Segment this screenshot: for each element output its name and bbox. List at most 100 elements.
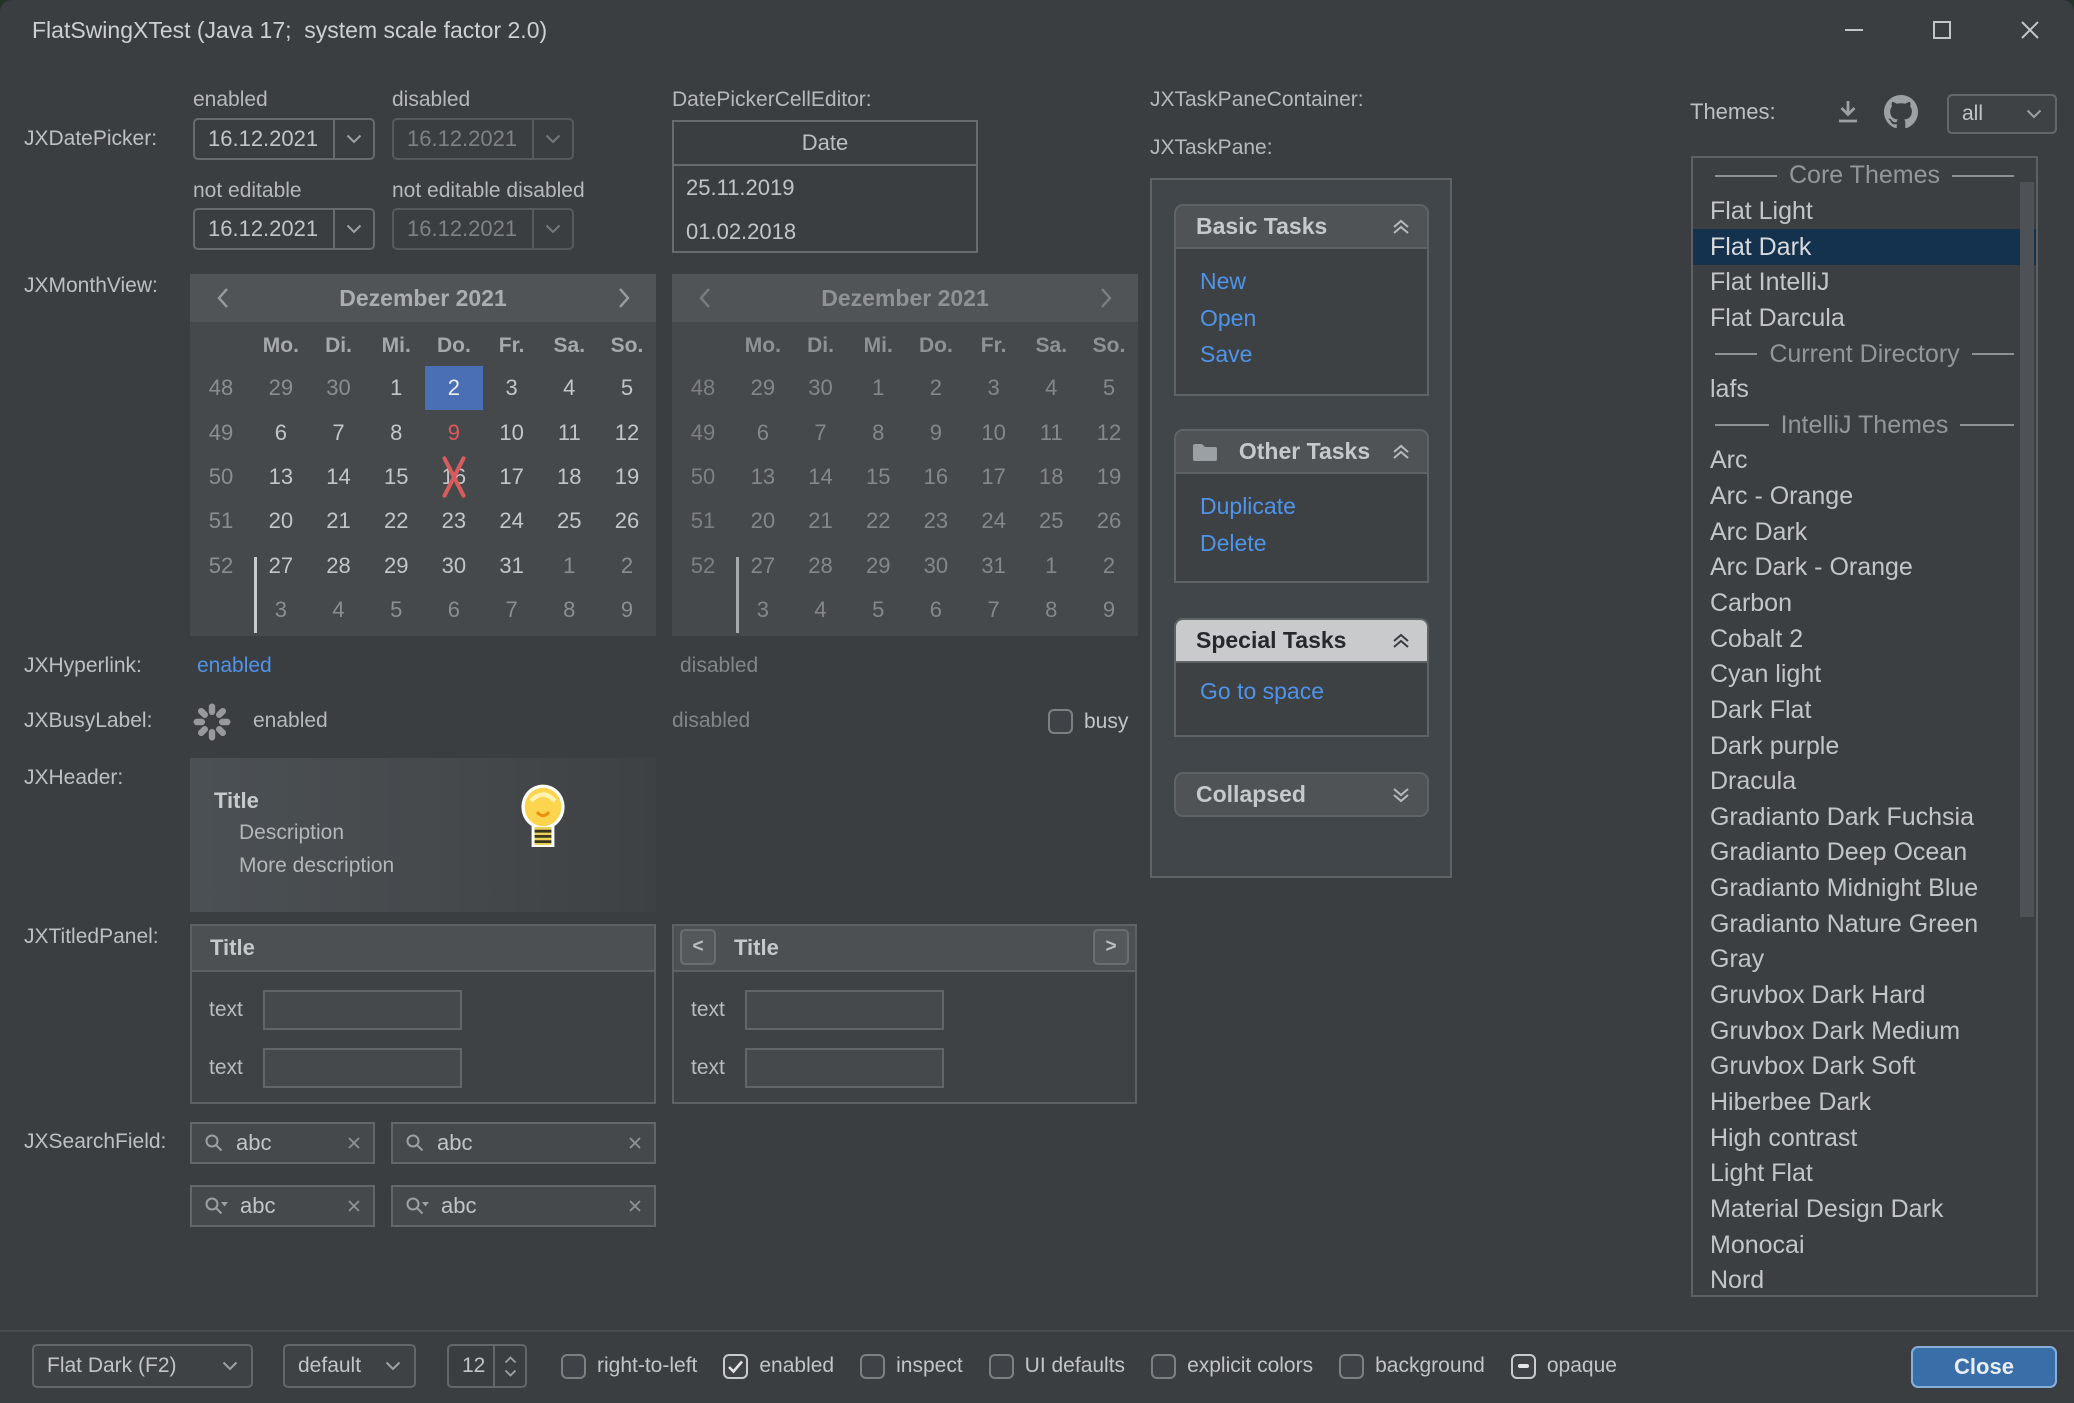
- theme-list-item[interactable]: Material Design Dark: [1693, 1192, 2036, 1228]
- theme-list-item[interactable]: lafs: [1693, 372, 2036, 408]
- table-row[interactable]: 01.02.2018: [674, 210, 976, 254]
- theme-list-item[interactable]: Flat Light: [1693, 194, 2036, 230]
- text-field[interactable]: [263, 1048, 462, 1088]
- theme-list-item[interactable]: Core Themes: [1693, 158, 2036, 194]
- theme-list-item[interactable]: Light Flat: [1693, 1156, 2036, 1192]
- calendar-day[interactable]: 26: [598, 499, 656, 543]
- theme-list-item[interactable]: Gruvbox Dark Soft: [1693, 1049, 2036, 1085]
- scrollbar-thumb[interactable]: [2020, 182, 2034, 917]
- themes-filter-combobox[interactable]: all: [1947, 94, 2057, 134]
- calendar-day[interactable]: 7: [483, 588, 541, 632]
- calendar-day[interactable]: 9: [425, 410, 483, 454]
- calendar-day[interactable]: 13: [252, 455, 310, 499]
- theme-list-item[interactable]: Dark purple: [1693, 728, 2036, 764]
- calendar-day[interactable]: 3: [252, 588, 310, 632]
- calendar-day[interactable]: 2: [425, 366, 483, 410]
- theme-list-item[interactable]: Gradianto Deep Ocean: [1693, 835, 2036, 871]
- theme-list-item[interactable]: Dark Flat: [1693, 693, 2036, 729]
- task-link[interactable]: Delete: [1200, 525, 1427, 562]
- calendar-day[interactable]: 20: [252, 499, 310, 543]
- calendar-day[interactable]: 17: [483, 455, 541, 499]
- calendar-day[interactable]: 8: [367, 410, 425, 454]
- calendar-day[interactable]: 23: [425, 499, 483, 543]
- checkbox-box[interactable]: [1048, 709, 1073, 734]
- search-field-with-menu[interactable]: abc: [190, 1185, 375, 1227]
- theme-list-item[interactable]: Flat Darcula: [1693, 301, 2036, 337]
- calendar-day[interactable]: 2: [598, 544, 656, 588]
- theme-list-item[interactable]: Hiberbee Dark: [1693, 1085, 2036, 1121]
- theme-list-item[interactable]: Arc Dark: [1693, 514, 2036, 550]
- spinner-value[interactable]: 12: [449, 1346, 493, 1386]
- clear-icon[interactable]: [346, 1198, 362, 1214]
- calendar-day[interactable]: 10: [483, 410, 541, 454]
- theme-list-item[interactable]: Flat Dark: [1693, 229, 2036, 265]
- calendar-day[interactable]: 18: [540, 455, 598, 499]
- option-checkbox[interactable]: explicit colors: [1151, 1354, 1313, 1379]
- calendar-day[interactable]: 24: [483, 499, 541, 543]
- theme-list-item[interactable]: Current Directory: [1693, 336, 2036, 372]
- calendar-day[interactable]: 15: [367, 455, 425, 499]
- checkbox-box[interactable]: [561, 1354, 586, 1379]
- taskpane-header[interactable]: Other Tasks: [1174, 429, 1429, 474]
- task-link[interactable]: Go to space: [1200, 673, 1427, 710]
- text-field[interactable]: [745, 990, 944, 1030]
- theme-list-item[interactable]: Nord: [1693, 1263, 2036, 1297]
- spinner-buttons[interactable]: [493, 1346, 525, 1386]
- calendar-day[interactable]: 5: [367, 588, 425, 632]
- busy-checkbox[interactable]: busy: [1048, 709, 1128, 734]
- datepicker-value[interactable]: 16.12.2021: [195, 120, 333, 158]
- calendar-day[interactable]: 1: [540, 544, 598, 588]
- search-field-with-menu[interactable]: abc: [391, 1185, 656, 1227]
- search-input[interactable]: abc: [236, 1130, 271, 1156]
- close-button[interactable]: Close: [1911, 1346, 2057, 1388]
- calendar-day[interactable]: 6: [252, 410, 310, 454]
- task-link[interactable]: Open: [1200, 300, 1427, 337]
- datepicker-dropdown-button[interactable]: [333, 120, 373, 158]
- theme-list-item[interactable]: High contrast: [1693, 1120, 2036, 1156]
- search-field[interactable]: abc: [391, 1122, 656, 1164]
- search-field[interactable]: abc: [190, 1122, 375, 1164]
- download-themes-button[interactable]: [1833, 97, 1863, 127]
- table-row[interactable]: 25.11.2019: [674, 166, 976, 210]
- calendar-day[interactable]: 5: [598, 366, 656, 410]
- calendar-day[interactable]: 29: [252, 366, 310, 410]
- calendar-day[interactable]: 8: [540, 588, 598, 632]
- laf-combobox[interactable]: Flat Dark (F2): [32, 1344, 253, 1388]
- theme-list-item[interactable]: Carbon: [1693, 586, 2036, 622]
- theme-list-item[interactable]: Monocai: [1693, 1227, 2036, 1263]
- datepicker-dropdown-button[interactable]: [333, 210, 373, 248]
- github-link-button[interactable]: [1884, 95, 1918, 129]
- checkbox-box[interactable]: [1339, 1354, 1364, 1379]
- theme-list-item[interactable]: Arc Dark - Orange: [1693, 550, 2036, 586]
- task-link[interactable]: Save: [1200, 336, 1427, 373]
- theme-list-item[interactable]: Gradianto Dark Fuchsia: [1693, 800, 2036, 836]
- calendar-day[interactable]: 11: [540, 410, 598, 454]
- calendar-day[interactable]: 19: [598, 455, 656, 499]
- task-link[interactable]: New: [1200, 263, 1427, 300]
- next-button[interactable]: >: [1093, 929, 1129, 965]
- calendar-day[interactable]: 6: [425, 588, 483, 632]
- theme-list-item[interactable]: Gradianto Midnight Blue: [1693, 871, 2036, 907]
- calendar-day[interactable]: 27: [252, 544, 310, 588]
- text-field[interactable]: [263, 990, 462, 1030]
- option-checkbox[interactable]: UI defaults: [989, 1354, 1125, 1379]
- calendar-day[interactable]: 3: [483, 366, 541, 410]
- clear-icon[interactable]: [627, 1135, 643, 1151]
- task-link[interactable]: Duplicate: [1200, 488, 1427, 525]
- datepicker-enabled[interactable]: 16.12.2021: [193, 118, 375, 160]
- taskpane-header-focused[interactable]: Special Tasks: [1174, 618, 1429, 663]
- calendar-day[interactable]: 21: [310, 499, 368, 543]
- previous-button[interactable]: <: [680, 929, 716, 965]
- maximize-button[interactable]: [1898, 0, 1986, 60]
- calendar-day[interactable]: 7: [310, 410, 368, 454]
- calendar-day[interactable]: 4: [540, 366, 598, 410]
- clear-icon[interactable]: [346, 1135, 362, 1151]
- clear-icon[interactable]: [627, 1198, 643, 1214]
- theme-list-item[interactable]: Gruvbox Dark Hard: [1693, 978, 2036, 1014]
- option-checkbox[interactable]: inspect: [860, 1354, 963, 1379]
- previous-month-button[interactable]: [198, 274, 246, 322]
- calendar-day[interactable]: 16: [425, 455, 483, 499]
- checkbox-box[interactable]: [860, 1354, 885, 1379]
- calendar-day[interactable]: 31: [483, 544, 541, 588]
- font-size-spinner[interactable]: 12: [447, 1344, 527, 1388]
